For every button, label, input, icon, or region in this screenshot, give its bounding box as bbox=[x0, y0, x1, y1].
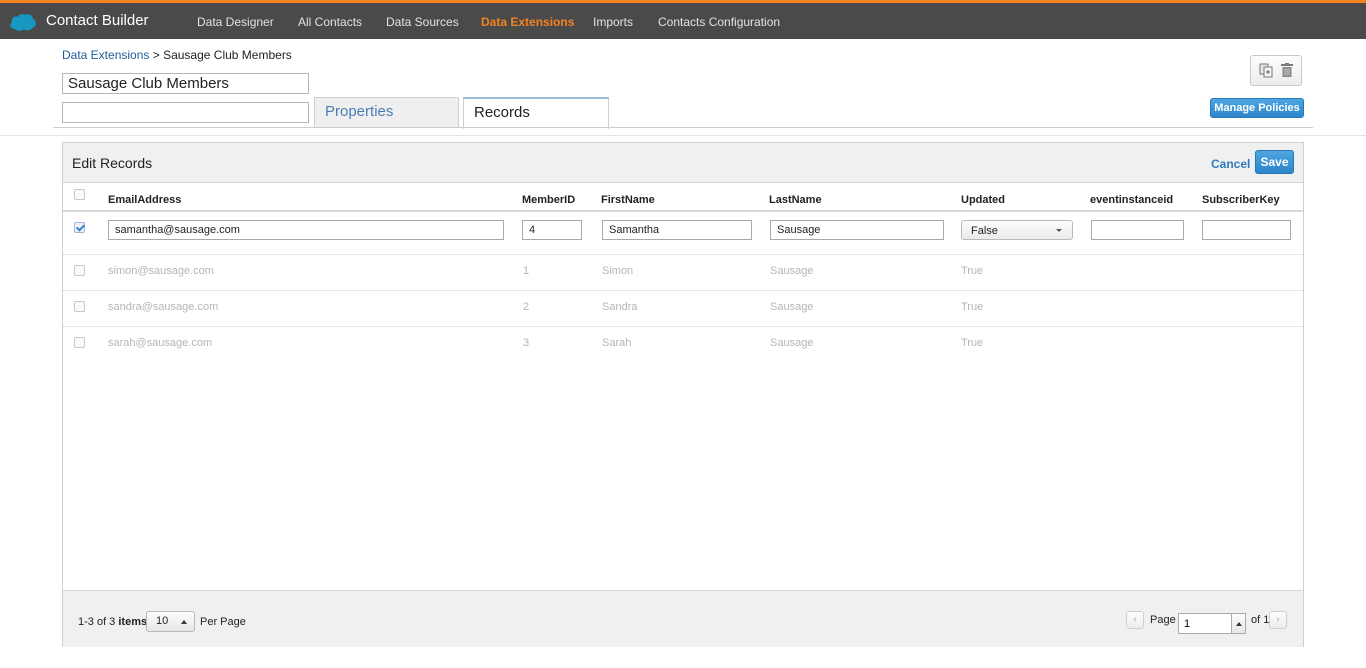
row-divider bbox=[63, 254, 1303, 255]
panel-title: Edit Records bbox=[72, 155, 153, 171]
extension-actions bbox=[1250, 55, 1302, 86]
cell-updated: True bbox=[961, 265, 984, 277]
select-all-checkbox[interactable] bbox=[74, 189, 85, 200]
item-count: 1-3 of 3 items bbox=[78, 616, 147, 628]
edit-updated-value: False bbox=[971, 225, 998, 237]
row-divider bbox=[63, 290, 1303, 291]
column-header-updated[interactable]: Updated bbox=[961, 194, 1005, 206]
next-page-button[interactable]: › bbox=[1269, 611, 1287, 629]
panel-header: Edit Records Cancel Save bbox=[63, 143, 1303, 183]
cell-firstname: Sandra bbox=[602, 301, 638, 313]
cell-lastname: Sausage bbox=[770, 301, 814, 313]
column-header-eventinstanceid[interactable]: eventinstanceid bbox=[1090, 194, 1173, 206]
nav-imports[interactable]: Imports bbox=[593, 15, 633, 29]
cell-memberid: 3 bbox=[523, 337, 530, 349]
row-checkbox-editing[interactable] bbox=[74, 222, 85, 233]
row-divider bbox=[63, 326, 1303, 327]
app-title: Contact Builder bbox=[46, 12, 149, 29]
tab-records[interactable]: Records bbox=[463, 97, 609, 129]
nav-data-sources[interactable]: Data Sources bbox=[386, 15, 459, 29]
edit-subscriberkey-input[interactable] bbox=[1202, 220, 1291, 240]
pagination-bar: 1-3 of 3 items 10 Per Page ‹ Page of 1 › bbox=[63, 590, 1303, 647]
per-page-value: 10 bbox=[156, 615, 169, 627]
trash-icon[interactable] bbox=[1281, 63, 1293, 77]
previous-page-button[interactable]: ‹ bbox=[1126, 611, 1144, 629]
cell-lastname: Sausage bbox=[770, 265, 814, 277]
table-header-divider bbox=[63, 210, 1303, 212]
column-header-subscriberkey[interactable]: SubscriberKey bbox=[1202, 194, 1280, 206]
cell-memberid: 2 bbox=[523, 301, 530, 313]
salesforce-cloud-icon bbox=[10, 13, 36, 31]
cancel-button[interactable]: Cancel bbox=[1211, 157, 1250, 171]
cell-updated: True bbox=[961, 337, 984, 349]
top-navigation-bar: Contact Builder Data Designer All Contac… bbox=[0, 0, 1366, 39]
items-label: items bbox=[118, 616, 148, 628]
breadcrumb-separator: > bbox=[149, 48, 164, 62]
cell-firstname: Sarah bbox=[602, 337, 632, 349]
column-header-firstname[interactable]: FirstName bbox=[601, 194, 655, 206]
column-header-memberid[interactable]: MemberID bbox=[522, 194, 575, 206]
per-page-label: Per Page bbox=[200, 616, 246, 628]
nav-data-designer[interactable]: Data Designer bbox=[197, 15, 274, 29]
nav-data-extensions[interactable]: Data Extensions bbox=[481, 15, 574, 29]
cell-firstname: Simon bbox=[602, 265, 634, 277]
manage-policies-button[interactable]: Manage Policies bbox=[1210, 98, 1304, 118]
breadcrumb: Data Extensions > Sausage Club Members bbox=[62, 48, 292, 62]
breadcrumb-data-extensions-link[interactable]: Data Extensions bbox=[62, 48, 149, 62]
row-checkbox[interactable] bbox=[74, 337, 85, 348]
tab-divider bbox=[53, 127, 1313, 128]
edit-records-panel: Edit Records Cancel Save EmailAddress Me… bbox=[62, 142, 1304, 647]
edit-updated-select[interactable]: False bbox=[961, 220, 1073, 240]
cell-email: simon@sausage.com bbox=[108, 265, 214, 277]
edit-email-input[interactable] bbox=[108, 220, 504, 240]
item-range: 1-3 of 3 bbox=[78, 616, 116, 628]
edit-memberid-input[interactable] bbox=[522, 220, 582, 240]
per-page-select[interactable]: 10 bbox=[146, 611, 195, 632]
edit-firstname-input[interactable] bbox=[602, 220, 752, 240]
breadcrumb-current: Sausage Club Members bbox=[163, 48, 292, 62]
column-header-lastname[interactable]: LastName bbox=[769, 194, 822, 206]
page-number-input[interactable] bbox=[1178, 613, 1232, 634]
page-divider bbox=[0, 135, 1366, 136]
copy-icon[interactable] bbox=[1259, 63, 1273, 78]
nav-all-contacts[interactable]: All Contacts bbox=[298, 15, 362, 29]
cell-updated: True bbox=[961, 301, 984, 313]
row-checkbox[interactable] bbox=[74, 301, 85, 312]
save-button[interactable]: Save bbox=[1255, 150, 1294, 174]
column-header-emailaddress[interactable]: EmailAddress bbox=[108, 194, 181, 206]
page-label: Page bbox=[1150, 614, 1176, 626]
cell-email: sarah@sausage.com bbox=[108, 337, 213, 349]
extension-description-input[interactable] bbox=[62, 102, 309, 123]
chevron-down-icon bbox=[1056, 229, 1062, 232]
row-checkbox[interactable] bbox=[74, 265, 85, 276]
page-spinner[interactable] bbox=[1231, 613, 1246, 634]
nav-contacts-configuration[interactable]: Contacts Configuration bbox=[658, 15, 780, 29]
edit-eventinstanceid-input[interactable] bbox=[1091, 220, 1184, 240]
chevron-up-icon bbox=[181, 620, 187, 624]
extension-name-input[interactable] bbox=[62, 73, 309, 94]
tab-properties[interactable]: Properties bbox=[314, 97, 459, 128]
chevron-up-icon bbox=[1236, 622, 1242, 626]
edit-lastname-input[interactable] bbox=[770, 220, 944, 240]
cell-email: sandra@sausage.com bbox=[108, 301, 219, 313]
cell-lastname: Sausage bbox=[770, 337, 814, 349]
page-total: of 1 bbox=[1251, 614, 1270, 626]
cell-memberid: 1 bbox=[523, 265, 530, 277]
